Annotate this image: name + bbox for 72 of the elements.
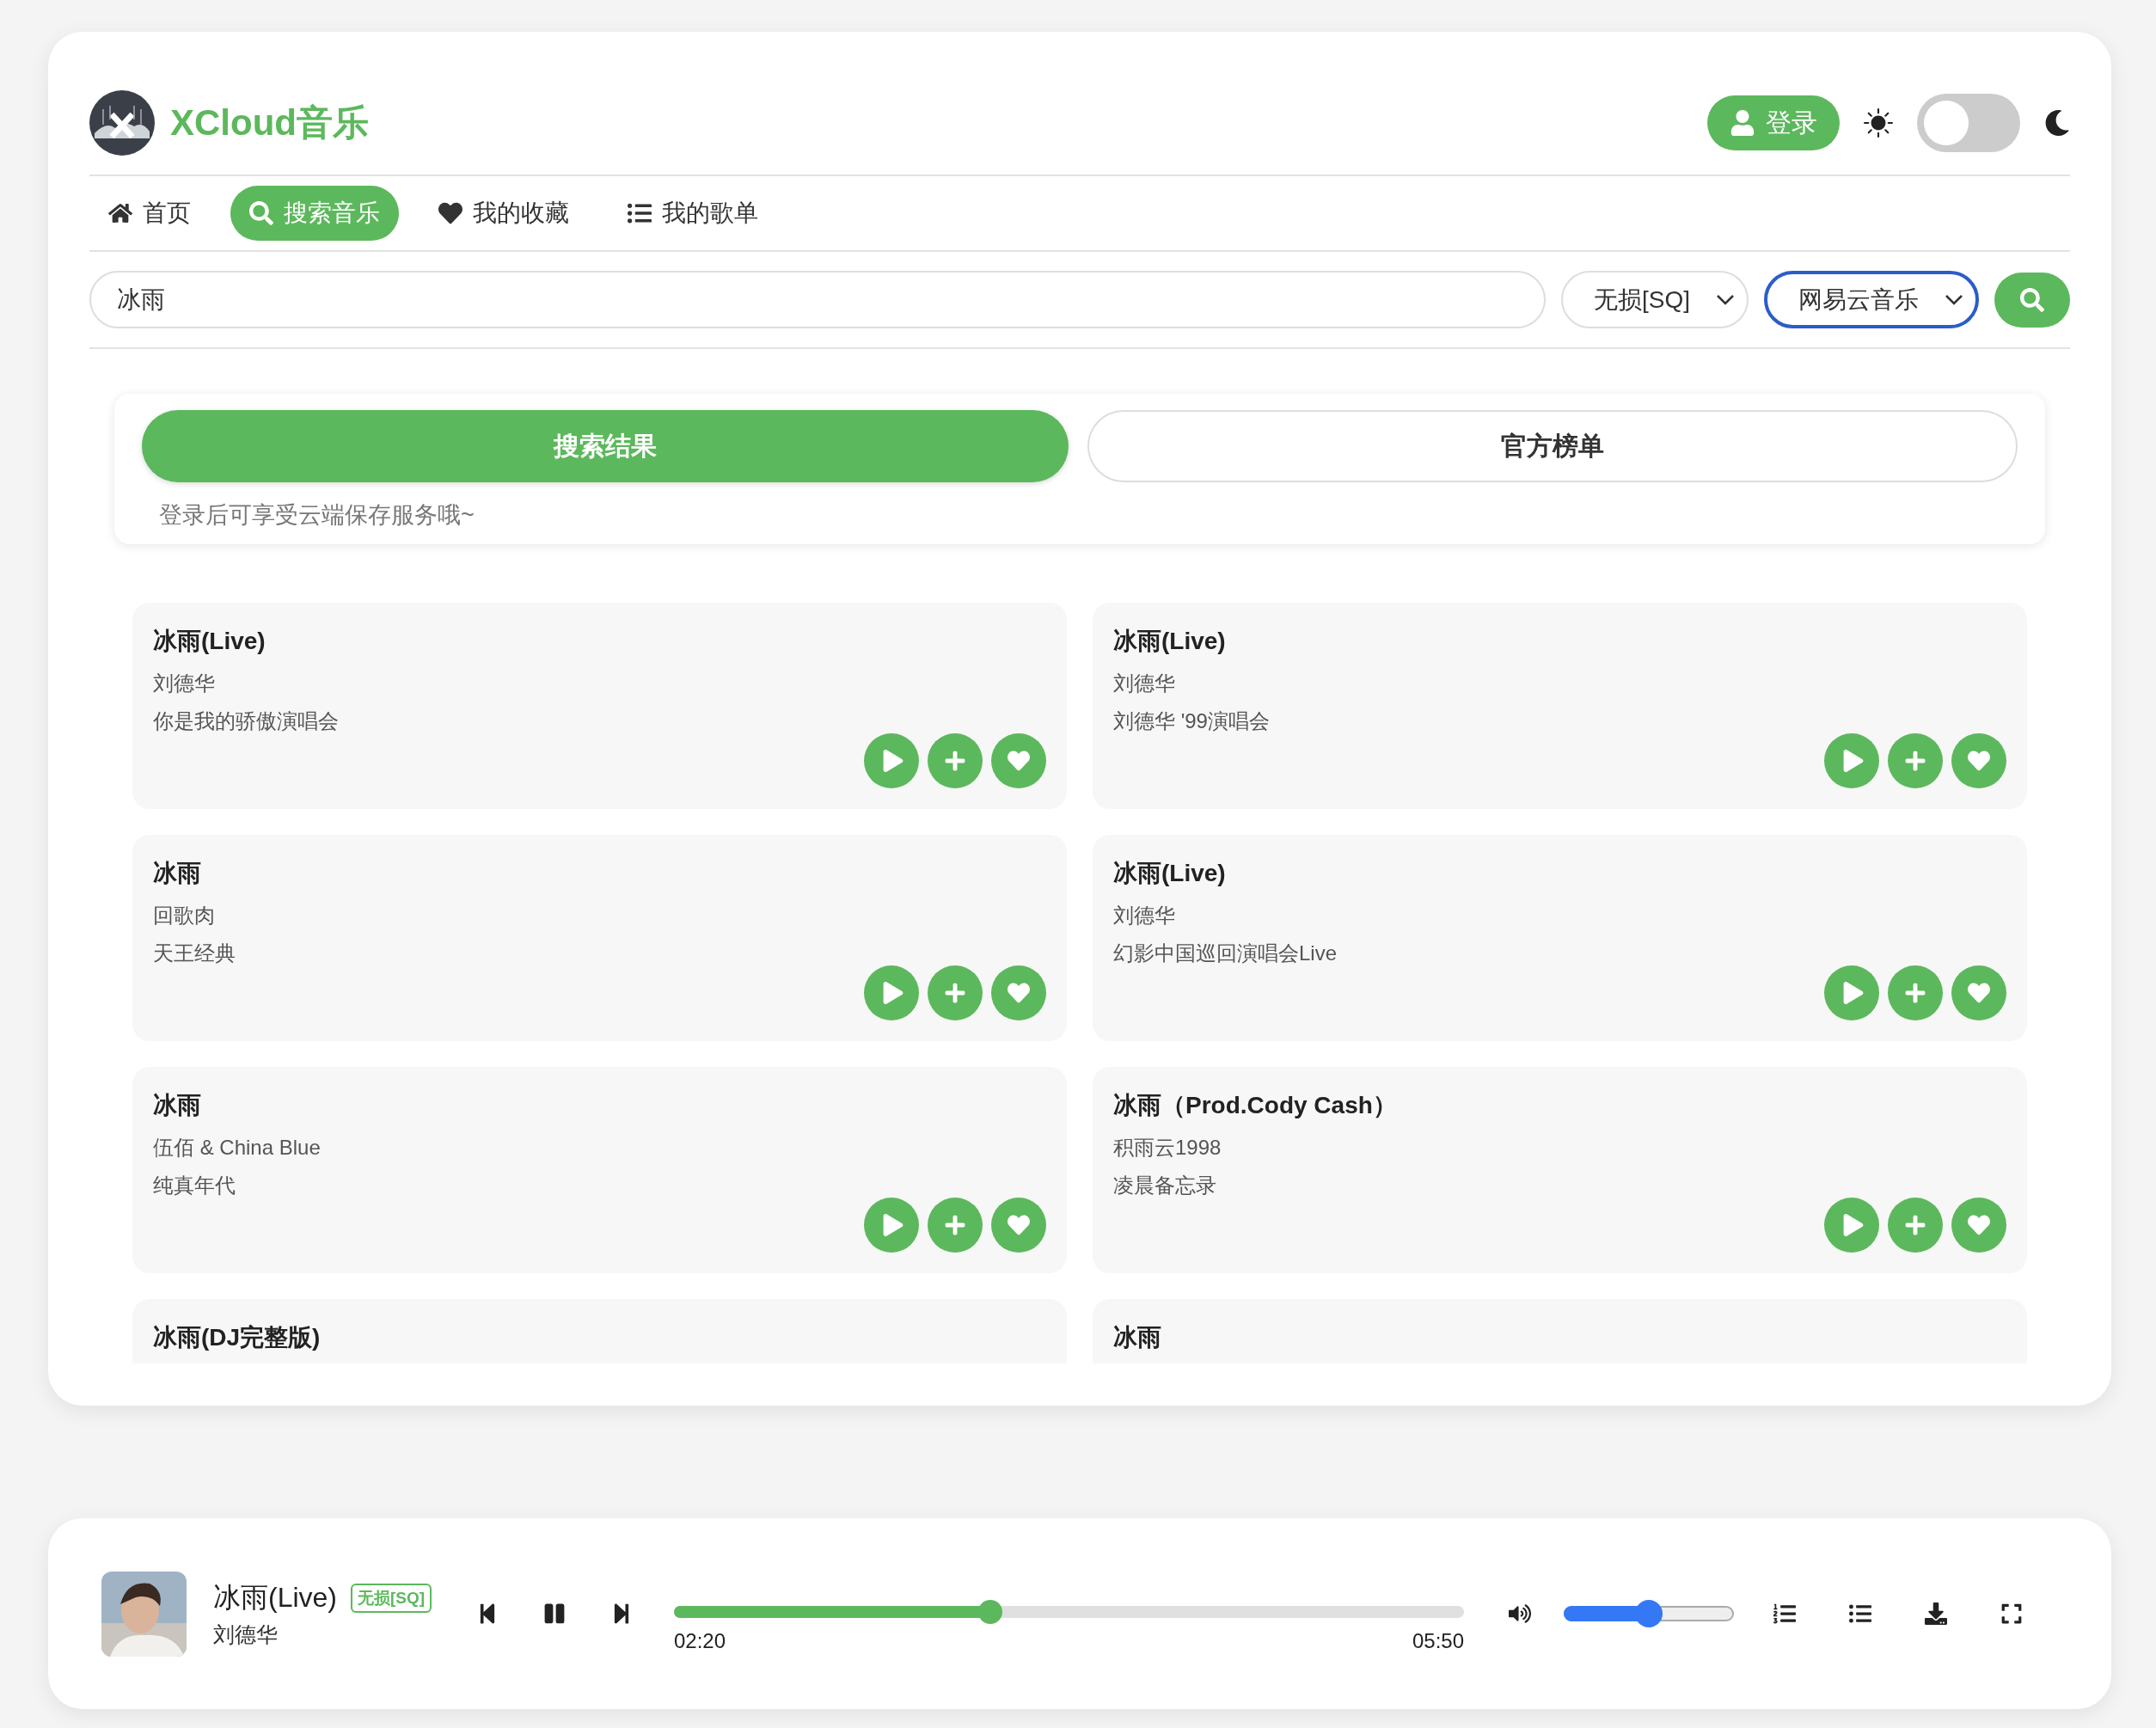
download-icon <box>1925 1602 1947 1625</box>
play-icon <box>1842 1214 1865 1236</box>
track-artist: 刘德华 <box>213 1621 279 1648</box>
pause-icon <box>543 1602 566 1625</box>
result-tab[interactable]: 官方榜单 <box>1087 410 2018 482</box>
play-icon <box>882 750 904 772</box>
nav-tab[interactable]: 我的歌单 <box>609 186 777 241</box>
volume-thumb[interactable] <box>1635 1600 1663 1627</box>
song-album: 凌晨备忘录 <box>1113 1173 1217 1198</box>
song-title: 冰雨(Live) <box>153 627 266 656</box>
plus-icon <box>944 1214 966 1236</box>
list-icon <box>628 201 652 225</box>
chevron-down-icon <box>1945 293 1963 306</box>
song-title: 冰雨(Live) <box>1113 859 1227 888</box>
heart-icon <box>1968 1214 1990 1236</box>
login-hint: 登录后可享受云端保存服务哦~ <box>159 501 475 530</box>
quality-tag: 无损[SQ] <box>351 1583 432 1613</box>
heart-icon <box>1008 982 1030 1004</box>
song-album: 纯真年代 <box>153 1173 236 1198</box>
plus-icon <box>944 982 966 1004</box>
heart-icon <box>438 201 462 225</box>
chevron-down-icon <box>1716 293 1735 306</box>
search-icon <box>249 201 273 225</box>
song-artist: 伍佰 & China Blue <box>153 1135 322 1161</box>
progress-bar[interactable] <box>674 1600 1464 1624</box>
song-artist: 刘德华 <box>1113 903 1176 928</box>
song-title: 冰雨(DJ完整版) <box>153 1323 322 1352</box>
play-icon <box>1842 982 1865 1004</box>
home-icon <box>108 201 132 225</box>
song-artist: 积雨云1998 <box>1113 1135 1222 1161</box>
heart-icon <box>1008 1214 1030 1236</box>
plus-icon <box>944 750 966 772</box>
volume-slider[interactable] <box>1564 1600 1734 1627</box>
heart-icon <box>1968 750 1990 772</box>
song-album: 幻影中国巡回演唱会Live <box>1113 941 1338 966</box>
elapsed-time: 02:20 <box>674 1629 726 1653</box>
play-icon <box>1842 750 1865 772</box>
app-title: XCloud音乐 <box>170 101 369 144</box>
song-album: 天王经典 <box>153 941 236 966</box>
song-title: 冰雨 <box>1113 1323 1162 1352</box>
quality-select[interactable]: 无损[SQ] <box>1561 271 1749 328</box>
total-time: 05:50 <box>1412 1629 1464 1653</box>
play-icon <box>882 1214 904 1236</box>
song-album: 你是我的骄傲演唱会 <box>153 708 340 734</box>
search-icon <box>2020 287 2044 312</box>
progress-thumb[interactable] <box>977 1600 1002 1624</box>
song-title: 冰雨(Live) <box>1113 627 1227 656</box>
fullscreen-icon <box>2000 1602 2023 1625</box>
plus-icon <box>1904 750 1926 772</box>
song-title: 冰雨 <box>153 1091 202 1120</box>
numbered-list-icon <box>1773 1602 1796 1625</box>
volume-icon <box>1509 1602 1531 1625</box>
plus-icon <box>1904 1214 1926 1236</box>
song-artist: 刘德华 <box>153 671 216 696</box>
play-icon <box>882 982 904 1004</box>
heart-icon <box>1008 750 1030 772</box>
heart-icon <box>1968 982 1990 1004</box>
song-album: 刘德华 '99演唱会 <box>1113 708 1271 734</box>
user-icon <box>1730 110 1755 136</box>
song-title: 冰雨（Prod.Cody Cash） <box>1113 1091 1398 1120</box>
nav-tab[interactable]: 我的收藏 <box>420 186 588 241</box>
search-field[interactable]: 冰雨 <box>89 271 1546 328</box>
nav-tab[interactable]: 首页 <box>89 186 210 241</box>
plus-icon <box>1904 982 1926 1004</box>
song-title: 冰雨 <box>153 859 202 888</box>
moon-icon <box>2044 110 2070 136</box>
list-icon <box>1849 1602 1871 1625</box>
source-select[interactable]: 网易云音乐 <box>1764 271 1979 328</box>
song-artist: 刘德华 <box>1113 671 1176 696</box>
sun-icon <box>1864 108 1893 138</box>
song-artist: 回歌肉 <box>153 903 216 928</box>
track-title: 冰雨(Live) <box>213 1580 337 1615</box>
